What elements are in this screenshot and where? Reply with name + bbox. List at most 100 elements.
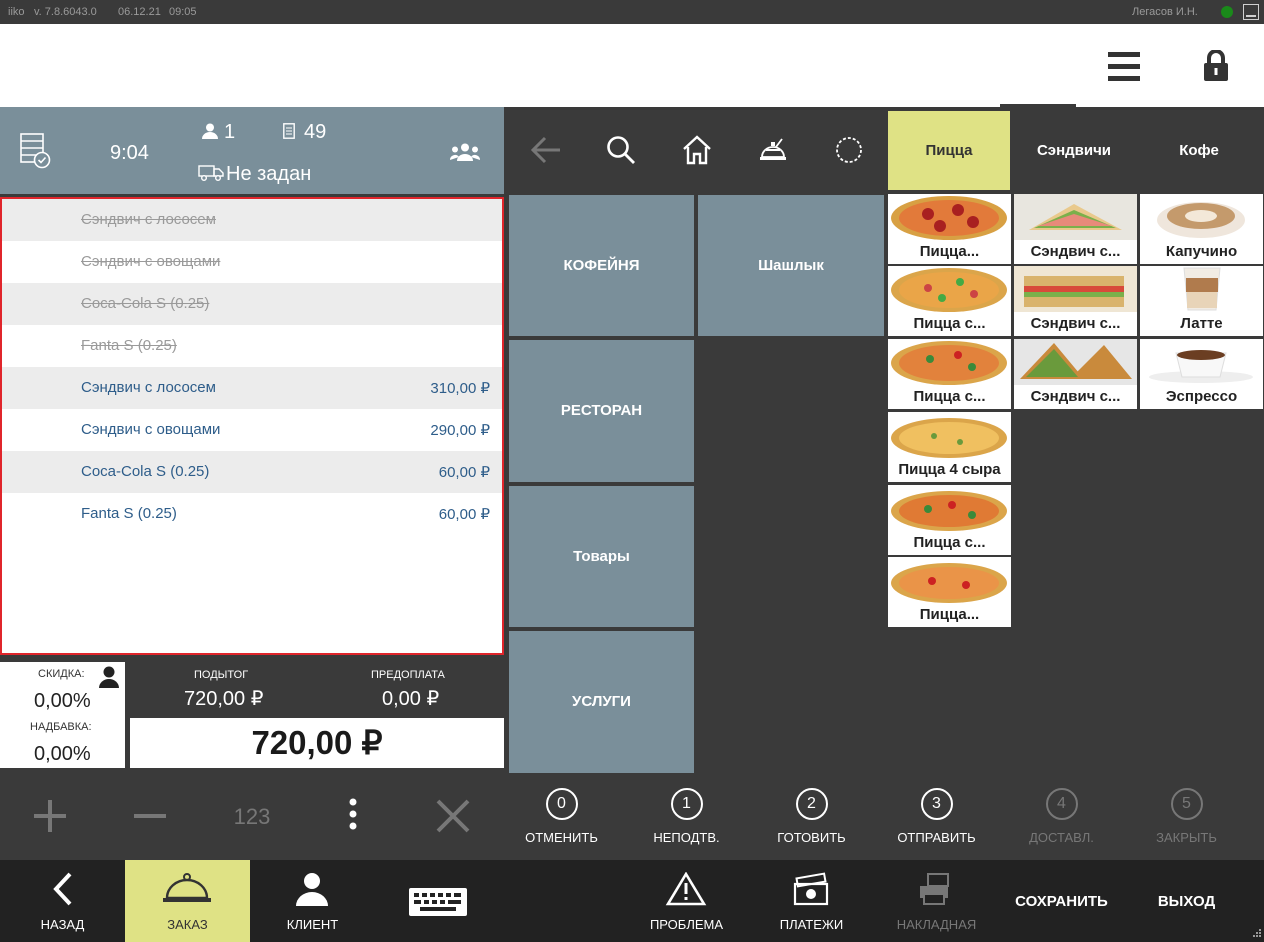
payments-button[interactable]: ПЛАТЕЖИ	[749, 860, 874, 942]
order-item[interactable]: Сэндвич с лососем 310,00 ₽	[2, 367, 502, 409]
subtotal-panel: ПОДЫТОГ 720,00 ₽ ПРЕДОПЛАТА 0,00 ₽	[130, 662, 504, 715]
order-item-removed[interactable]: Сэндвич с лососем	[2, 199, 502, 241]
category-services[interactable]: УСЛУГИ	[509, 631, 694, 773]
order-item[interactable]: Coca-Cola S (0.25) 60,00 ₽	[2, 451, 502, 493]
numpad-button[interactable]: 123	[212, 790, 292, 844]
order-list-icon[interactable]	[20, 133, 52, 174]
order-item[interactable]: Сэндвич с овощами 290,00 ₽	[2, 409, 502, 451]
client-button[interactable]: КЛИЕНТ	[250, 860, 375, 942]
tab-pizza[interactable]: Пицца	[888, 111, 1010, 190]
order-label: ЗАКАЗ	[167, 917, 208, 932]
order-item-name: Сэндвич с овощами	[81, 421, 221, 438]
prepay-label: ПРЕДОПЛАТА	[371, 669, 445, 681]
status-unconfirmed-button[interactable]: 1 НЕПОДТВ.	[624, 788, 749, 845]
delivery-status[interactable]: Не задан	[226, 163, 311, 186]
settings-gear-icon[interactable]	[834, 135, 864, 170]
order-items-list[interactable]: Сэндвич с лососем Сэндвич с овощами Coca…	[0, 197, 504, 655]
status-number: 2	[795, 788, 828, 820]
problem-button[interactable]: ПРОБЛЕМА	[624, 860, 749, 942]
status-cancel-button[interactable]: 0 ОТМЕНИТЬ	[499, 788, 624, 845]
discount-panel[interactable]: СКИДКА: 0,00% НАДБАВКА: 0,00%	[0, 662, 125, 768]
resize-grip-icon[interactable]	[1248, 926, 1262, 942]
category-shashlik[interactable]: Шашлык	[698, 195, 884, 336]
lock-icon[interactable]	[1203, 49, 1229, 87]
order-item-name: Fanta S (0.25)	[81, 505, 177, 522]
guests-group-icon[interactable]	[450, 143, 480, 166]
keyboard-button[interactable]	[375, 860, 500, 942]
product-label: Капучино	[1165, 243, 1238, 260]
sandwich-image	[1014, 194, 1137, 240]
product-pizza[interactable]: Пицца...	[888, 557, 1011, 627]
product-pizza[interactable]: Пицца с...	[888, 266, 1011, 336]
product-label: Латте	[1180, 315, 1223, 332]
order-item-price: 60,00 ₽	[438, 506, 490, 523]
status-label: ГОТОВИТЬ	[777, 830, 846, 845]
product-sandwich[interactable]: Сэндвич с...	[1014, 194, 1137, 264]
order-item-name: Coca-Cola S (0.25)	[81, 295, 210, 312]
category-restaurant[interactable]: РЕСТОРАН	[509, 340, 694, 482]
tab-sandwiches[interactable]: Сэндвичи	[1013, 111, 1135, 190]
order-item[interactable]: Fanta S (0.25) 60,00 ₽	[2, 493, 502, 535]
product-pizza[interactable]: Пицца с...	[888, 485, 1011, 555]
order-item-name: Fanta S (0.25)	[81, 337, 177, 354]
product-label: Пицца с...	[913, 315, 986, 332]
header-divider	[1000, 104, 1076, 107]
back-arrow-icon[interactable]	[530, 135, 562, 170]
status-cook-button[interactable]: 2 ГОТОВИТЬ	[749, 788, 874, 845]
pizza-image	[891, 268, 1007, 312]
order-item-removed[interactable]: Fanta S (0.25)	[2, 325, 502, 367]
order-header: 9:04 1 49 Не задан	[0, 107, 504, 194]
tab-coffee[interactable]: Кофе	[1138, 111, 1260, 190]
warning-icon	[665, 872, 707, 906]
menu-icon[interactable]	[1108, 52, 1140, 87]
category-coffee-shop[interactable]: КОФЕЙНЯ	[509, 195, 694, 336]
order-button[interactable]: ЗАКАЗ	[125, 860, 250, 942]
product-pizza[interactable]: Пицца...	[888, 194, 1011, 264]
kitchen-icon[interactable]	[758, 135, 788, 170]
delete-item-button[interactable]	[423, 790, 483, 844]
minimize-window-button[interactable]	[1243, 4, 1259, 20]
increase-quantity-button[interactable]	[20, 790, 80, 844]
product-cappuccino[interactable]: Капучино	[1140, 194, 1263, 264]
save-button[interactable]: СОХРАНИТЬ	[999, 860, 1124, 942]
order-item-removed[interactable]: Coca-Cola S (0.25)	[2, 283, 502, 325]
exit-button[interactable]: ВЫХОД	[1124, 860, 1249, 942]
surcharge-value: 0,00%	[34, 743, 91, 765]
order-item-price: 310,00 ₽	[430, 380, 490, 397]
status-bar: iiko v. 7.8.6043.0 06.12.21 09:05 Легасо…	[0, 0, 1264, 24]
home-icon[interactable]	[682, 135, 712, 170]
product-sandwich[interactable]: Сэндвич с...	[1014, 339, 1137, 409]
more-vertical-icon	[349, 798, 357, 830]
status-date: 06.12.21	[118, 6, 161, 18]
status-number: 0	[545, 788, 578, 820]
category-goods[interactable]: Товары	[509, 486, 694, 627]
client-discount-icon[interactable]	[99, 666, 119, 693]
close-icon	[436, 799, 470, 833]
status-send-button[interactable]: 3 ОТПРАВИТЬ	[874, 788, 999, 845]
decrease-quantity-button[interactable]	[120, 790, 180, 844]
product-label: Пицца...	[919, 243, 980, 260]
status-number: 4	[1045, 788, 1078, 820]
status-label: ОТПРАВИТЬ	[897, 830, 976, 845]
status-time: 09:05	[169, 6, 197, 18]
guest-count[interactable]: 1	[224, 121, 235, 144]
product-label: Пицца с...	[913, 534, 986, 551]
back-button[interactable]: НАЗАД	[0, 860, 125, 942]
receipt-icon	[283, 123, 295, 144]
discount-label: СКИДКА:	[38, 668, 85, 680]
latte-image	[1183, 267, 1221, 311]
current-user: Легасов И.Н.	[1132, 6, 1198, 18]
status-number: 3	[920, 788, 953, 820]
order-time: 9:04	[110, 142, 149, 164]
product-sandwich[interactable]: Сэндвич с...	[1014, 266, 1137, 336]
product-pizza[interactable]: Пицца с...	[888, 339, 1011, 409]
product-pizza[interactable]: Пицца 4 сыра	[888, 412, 1011, 482]
status-label: НЕПОДТВ.	[653, 830, 720, 845]
order-item-removed[interactable]: Сэндвич с овощами	[2, 241, 502, 283]
product-espresso[interactable]: Эспрессо	[1140, 339, 1263, 409]
chevron-left-icon	[53, 872, 72, 906]
search-icon[interactable]	[606, 135, 636, 170]
product-label: Сэндвич с...	[1030, 388, 1121, 405]
more-options-button[interactable]	[323, 790, 383, 844]
product-latte[interactable]: Латте	[1140, 266, 1263, 336]
